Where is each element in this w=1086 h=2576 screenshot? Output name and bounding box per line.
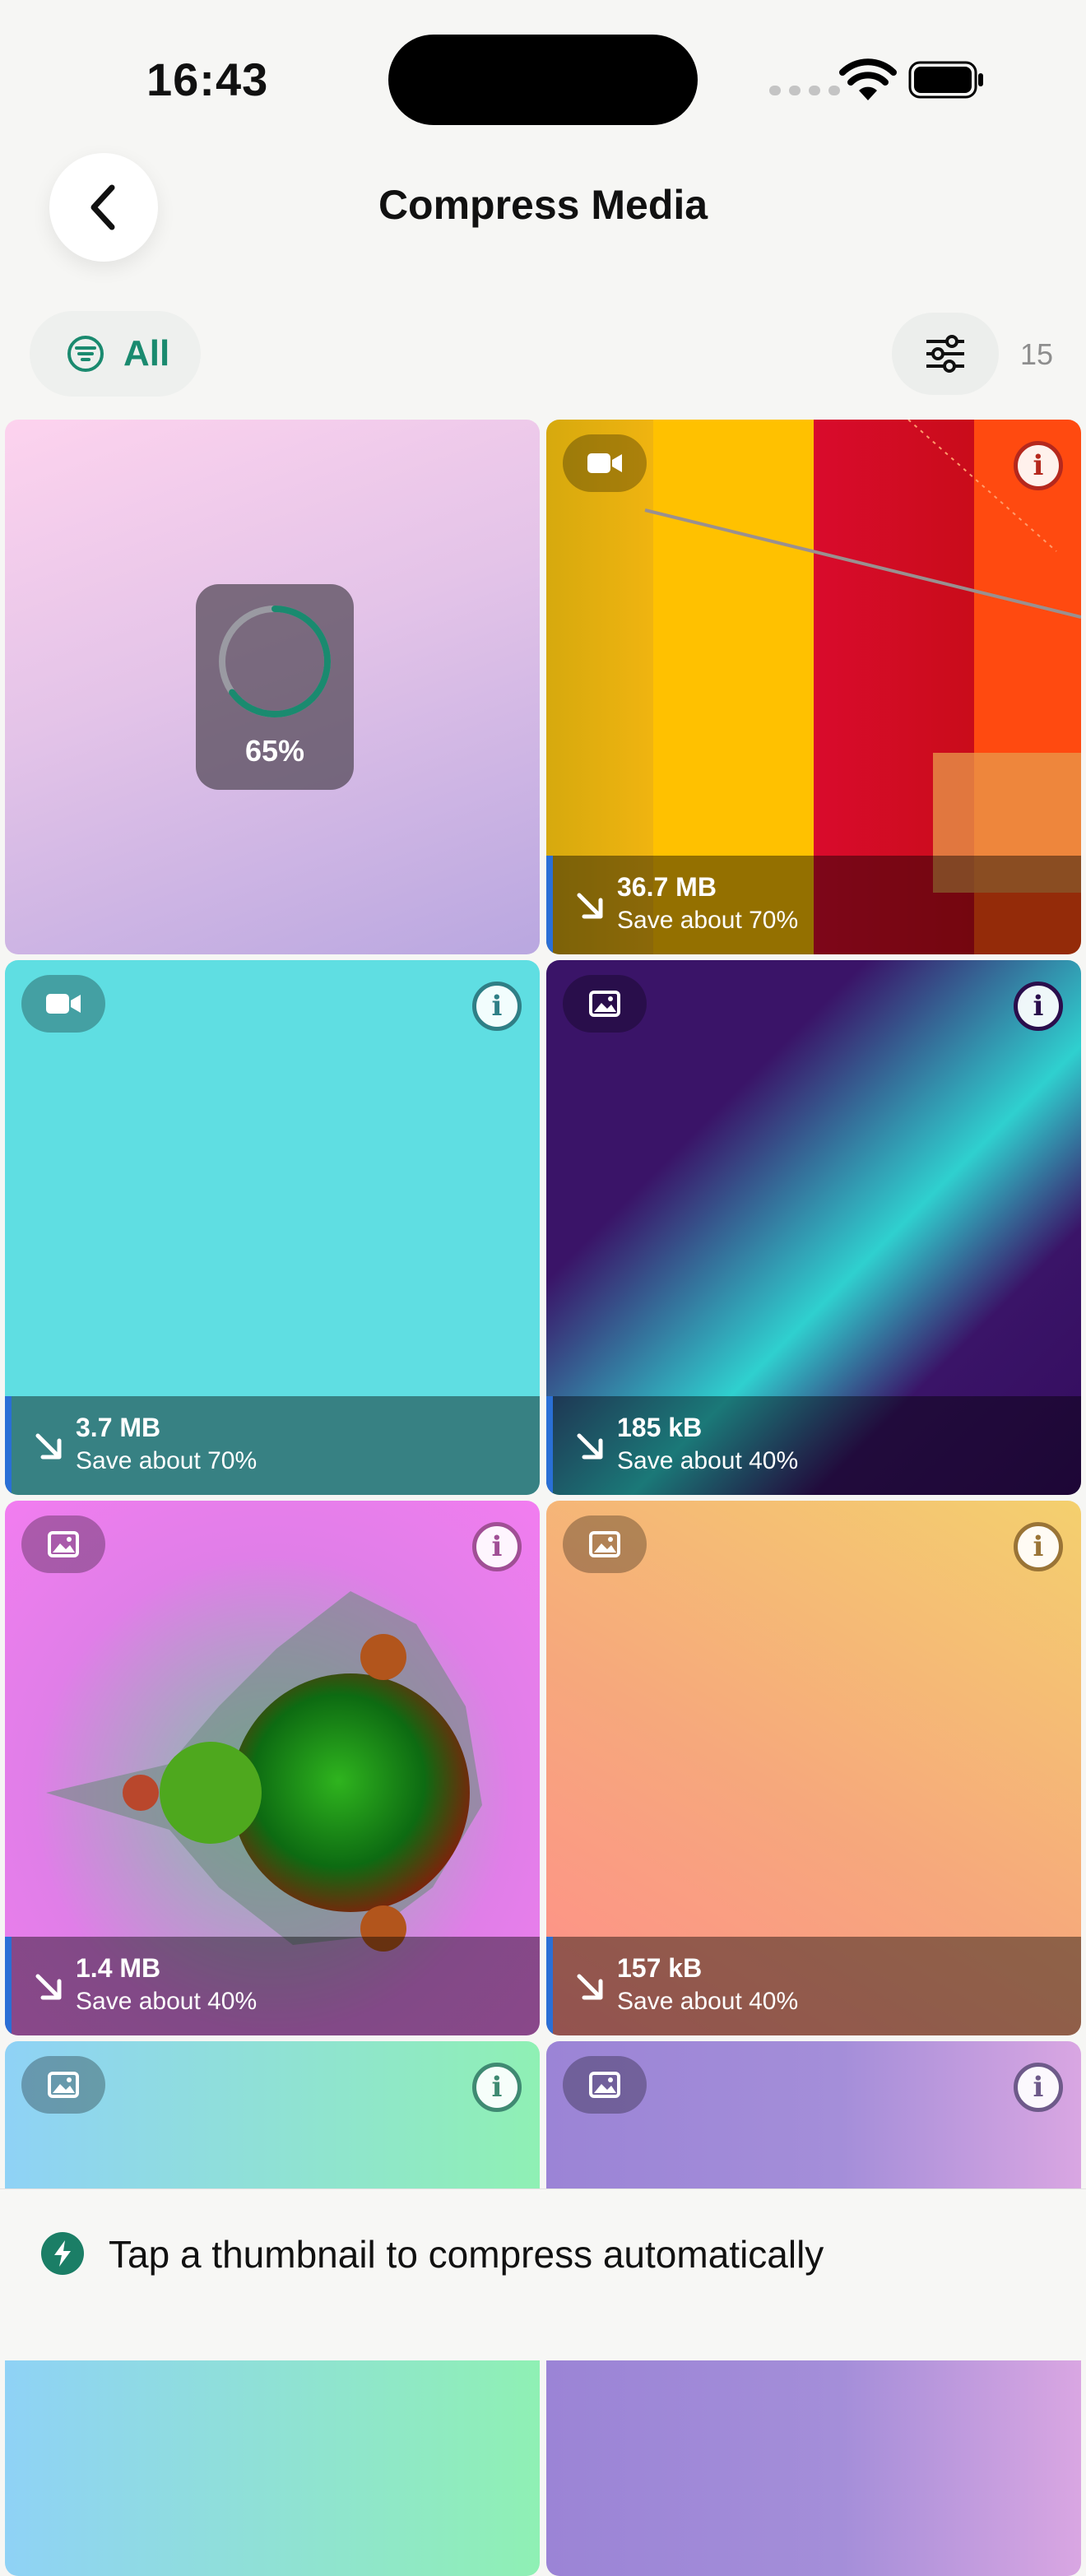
bottom-tip-bar: Tap a thumbnail to compress automaticall… — [0, 2188, 1086, 2360]
media-tile-processing[interactable]: 65% — [5, 420, 540, 954]
video-badge — [21, 975, 105, 1033]
video-camera-icon — [587, 453, 622, 473]
info-button[interactable]: i — [472, 2063, 522, 2112]
info-button[interactable]: i — [472, 1522, 522, 1571]
save-estimate: Save about 70% — [617, 907, 799, 934]
tile-caption: 36.7 MB Save about 70% — [546, 856, 1081, 954]
file-size: 157 kB — [617, 1953, 703, 1983]
save-estimate: Save about 40% — [76, 1988, 258, 2015]
arrow-down-right-icon — [577, 893, 603, 919]
photo-icon — [589, 2072, 620, 2098]
file-size: 185 kB — [617, 1413, 703, 1442]
file-size: 1.4 MB — [76, 1953, 161, 1983]
save-estimate: Save about 40% — [617, 1988, 799, 2015]
photo-icon — [589, 1531, 620, 1557]
info-icon: i — [491, 2071, 503, 2104]
media-tile-video[interactable]: i 36.7 MB Save about 70% — [546, 420, 1081, 954]
image-badge — [21, 1515, 105, 1573]
image-badge — [563, 2056, 647, 2114]
photo-icon — [589, 991, 620, 1017]
image-badge — [563, 975, 647, 1033]
save-estimate: Save about 40% — [617, 1447, 799, 1474]
settings-button[interactable] — [892, 313, 999, 395]
arrow-down-right-icon — [35, 1974, 62, 2000]
info-icon: i — [1033, 990, 1044, 1023]
info-icon: i — [491, 1530, 503, 1563]
image-badge — [563, 1515, 647, 1573]
arrow-down-right-icon — [577, 1974, 603, 2000]
signal-icon — [769, 86, 840, 95]
tile-caption: 157 kB Save about 40% — [546, 1937, 1081, 2035]
info-button[interactable]: i — [472, 982, 522, 1031]
tile-caption: 3.7 MB Save about 70% — [5, 1396, 540, 1495]
info-icon: i — [1033, 2071, 1044, 2104]
sliders-icon — [926, 335, 964, 373]
info-button[interactable]: i — [1014, 441, 1063, 490]
info-icon: i — [491, 990, 503, 1023]
progress-ring — [219, 606, 331, 717]
filter-lines-icon — [67, 336, 104, 372]
video-badge — [563, 434, 647, 492]
media-tile-image[interactable]: i 157 kB Save about 40% — [546, 1501, 1081, 2035]
dynamic-island — [388, 35, 698, 125]
info-icon: i — [1033, 449, 1044, 482]
bolt-icon — [41, 2232, 84, 2275]
photo-icon — [48, 1531, 79, 1557]
tip-text: Tap a thumbnail to compress automaticall… — [109, 2233, 824, 2276]
info-button[interactable]: i — [1014, 1522, 1063, 1571]
media-tile-video[interactable]: i 3.7 MB Save about 70% — [5, 960, 540, 1495]
video-camera-icon — [46, 994, 81, 1014]
status-time: 16:43 — [146, 53, 269, 105]
file-size: 36.7 MB — [617, 872, 717, 902]
media-tile-image[interactable]: i 185 kB Save about 40% — [546, 960, 1081, 1495]
page-title: Compress Media — [378, 182, 708, 228]
photo-icon — [48, 2072, 79, 2098]
battery-icon — [908, 61, 983, 99]
image-badge — [21, 2056, 105, 2114]
info-button[interactable]: i — [1014, 982, 1063, 1031]
filter-all-chip[interactable]: All — [30, 311, 201, 397]
tile-caption: 185 kB Save about 40% — [546, 1396, 1081, 1495]
progress-overlay: 65% — [196, 584, 354, 790]
info-button[interactable]: i — [1014, 2063, 1063, 2112]
arrow-down-right-icon — [577, 1433, 603, 1460]
file-size: 3.7 MB — [76, 1413, 161, 1442]
tile-caption: 1.4 MB Save about 40% — [5, 1937, 540, 2035]
info-icon: i — [1033, 1530, 1044, 1563]
media-tile-image[interactable]: i 1.4 MB Save about 40% — [5, 1501, 540, 2035]
wifi-icon — [839, 58, 897, 100]
save-estimate: Save about 70% — [76, 1447, 258, 1474]
progress-percent: 65% — [244, 734, 305, 768]
arrow-down-right-icon — [35, 1433, 62, 1460]
media-count: 15 — [1020, 337, 1054, 371]
filter-label: All — [123, 333, 170, 374]
